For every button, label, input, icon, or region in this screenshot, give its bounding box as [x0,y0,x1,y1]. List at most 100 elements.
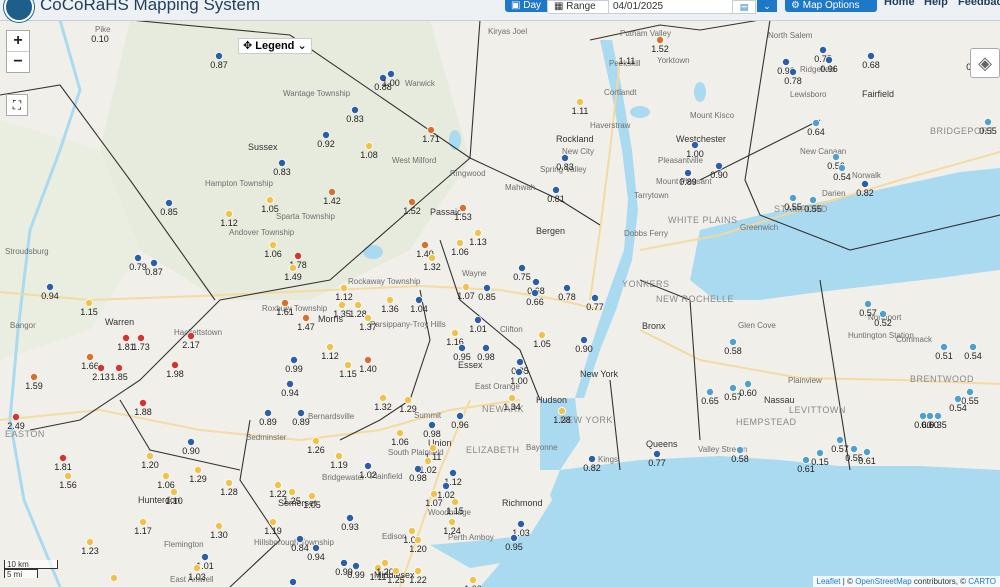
station-dot[interactable] [458,203,467,212]
station-dot[interactable] [934,411,943,420]
station-dot[interactable] [192,564,201,573]
station-dot[interactable] [518,263,527,272]
station-dot[interactable] [395,428,404,437]
station-dot[interactable] [363,313,372,322]
station-dot[interactable] [407,197,416,206]
station-dot[interactable] [59,453,68,462]
station-marker[interactable] [110,574,119,583]
station-dot[interactable] [133,253,142,262]
station-dot[interactable] [296,408,305,417]
station-dot[interactable] [706,387,715,396]
station-dot[interactable] [455,238,464,247]
station-dot[interactable] [428,443,437,452]
station-dot[interactable] [940,342,949,351]
station-dot[interactable] [325,342,334,351]
station-dot[interactable] [558,406,567,415]
station-dot[interactable] [273,480,282,489]
station-dot[interactable] [378,393,387,402]
station-dot[interactable] [364,141,373,150]
station-dot[interactable] [427,253,436,262]
station-dot[interactable] [789,193,798,202]
station-dot[interactable] [819,46,828,55]
station-dot[interactable] [301,313,310,322]
station-dot[interactable] [345,514,354,523]
station-dot[interactable] [653,449,662,458]
station-dot[interactable] [538,330,547,339]
station-dot[interactable] [515,367,524,376]
station-dot[interactable] [86,352,95,361]
station-dot[interactable] [334,451,343,460]
station-dot[interactable] [85,298,94,307]
station-dot[interactable] [450,328,459,337]
nav-feedback-link[interactable]: Feedback [958,0,1000,8]
station-dot[interactable] [280,298,289,307]
station-dot[interactable] [149,258,158,267]
station-dot[interactable] [588,454,597,463]
legend-toggle[interactable]: ✥ Legend ⌄ [238,38,312,54]
map-options-button[interactable]: ⚙ Map Options [785,0,877,12]
station-dot[interactable] [289,355,298,364]
station-dot[interactable] [954,394,963,403]
station-dot[interactable] [353,300,362,309]
station-dot[interactable] [969,342,978,351]
station-dot[interactable] [919,411,928,420]
station-dot[interactable] [288,578,297,587]
station-dot[interactable] [836,435,845,444]
station-dot[interactable] [337,300,346,309]
station-dot[interactable] [311,544,320,553]
station-dot[interactable] [580,335,589,344]
station-dot[interactable] [386,70,395,79]
station-dot[interactable] [413,464,422,473]
station-dot[interactable] [263,408,272,417]
station-dot[interactable] [481,343,490,352]
station-dot[interactable] [825,56,834,65]
fullscreen-button[interactable]: ⛶ [6,94,28,116]
station-dot[interactable] [170,360,179,369]
station-dot[interactable] [11,412,20,421]
station-dot[interactable] [285,379,294,388]
station-dot[interactable] [715,161,724,170]
station-dot[interactable] [832,152,841,161]
station-dot[interactable] [138,518,147,527]
map-canvas[interactable]: Pike Kiryas Joel Putnam Valley North Salem Y… [0,20,1000,587]
station-dot[interactable] [385,295,394,304]
station-dot[interactable] [265,195,274,204]
station-dot[interactable] [441,481,450,490]
station-dot[interactable] [532,277,541,286]
station-dot[interactable] [295,535,304,544]
station-dot[interactable] [224,478,233,487]
station-dot[interactable] [164,198,173,207]
station-dot[interactable] [145,451,154,460]
station-dot[interactable] [363,355,372,364]
station-dot[interactable] [867,52,876,61]
station-dot[interactable] [691,140,700,149]
station-dot[interactable] [802,455,811,464]
station-dot[interactable] [482,283,491,292]
station-dot[interactable] [407,527,416,536]
station-dot[interactable] [224,209,233,218]
station-dot[interactable] [864,299,873,308]
station-dot[interactable] [193,465,202,474]
station-dot[interactable] [426,126,435,135]
carto-link[interactable]: CARTO [968,577,996,586]
station-dot[interactable] [391,567,400,576]
station-dot[interactable] [414,295,423,304]
station-marker[interactable]: 0.10 [91,34,109,44]
station-dot[interactable] [507,393,516,402]
date-dropdown-button[interactable]: ⌄ [757,0,777,12]
date-input[interactable] [608,0,736,14]
station-dot[interactable] [413,536,422,545]
station-dot[interactable] [447,518,456,527]
station-dot[interactable] [115,363,124,372]
cocorahs-logo[interactable] [4,0,34,22]
station-dot[interactable] [214,522,223,531]
station-dot[interactable] [563,283,572,292]
station-marker[interactable]: 1.11 [619,56,636,66]
station-dot[interactable] [591,293,600,302]
station-dot[interactable] [552,185,561,194]
station-dot[interactable] [97,363,106,372]
station-dot[interactable] [29,372,38,381]
station-dot[interactable] [339,283,348,292]
station-dot[interactable] [809,195,818,204]
station-dot[interactable] [321,130,330,139]
